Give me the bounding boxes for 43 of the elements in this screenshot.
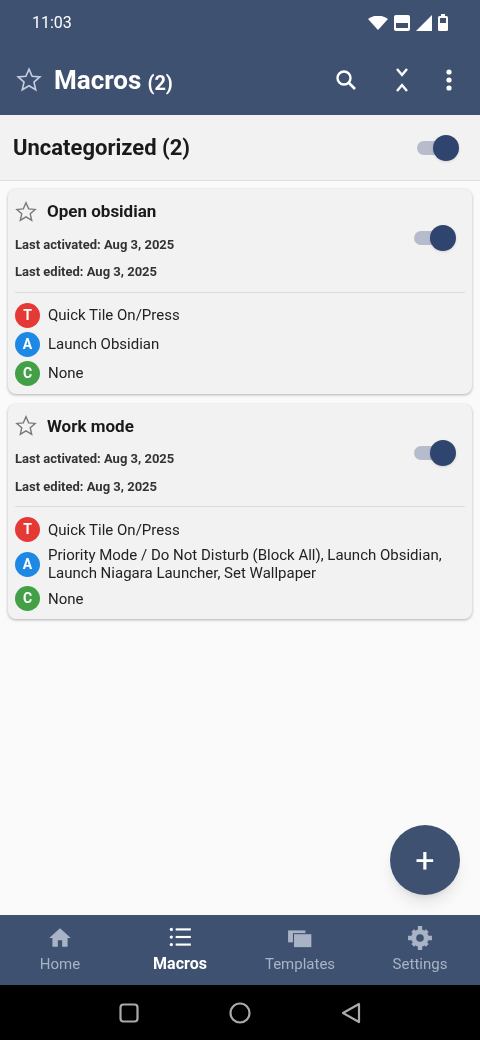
wifi-icon bbox=[368, 15, 388, 30]
last-activated-text: Last activated: Aug 3, 2025 bbox=[15, 450, 175, 468]
star-icon[interactable] bbox=[15, 415, 37, 438]
nav-tab[interactable]: Macros bbox=[120, 915, 240, 985]
back-icon[interactable] bbox=[341, 1001, 361, 1024]
macro-count: (2) bbox=[147, 70, 173, 97]
macro-name: Work mode bbox=[47, 414, 134, 438]
component-text: Launch Obsidian bbox=[48, 335, 160, 353]
signal-icon bbox=[416, 14, 432, 31]
status-time: 11:03 bbox=[32, 11, 72, 34]
more-icon[interactable] bbox=[446, 69, 452, 91]
search-icon[interactable] bbox=[334, 68, 358, 92]
last-edited-text: Last edited: Aug 3, 2025 bbox=[15, 263, 159, 281]
macro-name: Open obsidian bbox=[47, 200, 157, 223]
volte-icon bbox=[394, 14, 410, 31]
star-icon[interactable] bbox=[15, 200, 37, 223]
macro-card[interactable]: Work mode Last activated: Aug 3, 2025 Last edited: Aug 3, 2025 T Quick Tile On/Press A Priority Mode / Do Not Disturb (Block All), Launch Obsidian, Launch Niagara Launcher, Set Wallpaper C None bbox=[8, 403, 472, 619]
home-circle-icon[interactable] bbox=[229, 1001, 251, 1024]
nav-tab[interactable]: Templates bbox=[240, 915, 360, 985]
component-text: Quick Tile On/Press bbox=[48, 520, 180, 539]
component-text: None bbox=[48, 589, 84, 608]
component-text: Quick Tile On/Press bbox=[48, 306, 180, 324]
macro-card[interactable]: Open obsidian Last activated: Aug 3, 2025 Last edited: Aug 3, 2025 T Quick Tile On/Press A Launch Obsidian C None bbox=[8, 189, 472, 394]
component-text: Priority Mode / Do Not Disturb (Block All), Launch Obsidian, Launch Niagara Launcher, Set Wallpaper bbox=[48, 546, 443, 582]
battery-icon bbox=[438, 14, 448, 31]
component-badge: C bbox=[15, 586, 40, 611]
nav-tab[interactable]: Home bbox=[0, 915, 120, 985]
component-badge: T bbox=[15, 517, 40, 542]
collapse-icon[interactable] bbox=[394, 67, 410, 93]
last-edited-text: Last edited: Aug 3, 2025 bbox=[15, 477, 159, 496]
star-icon[interactable] bbox=[16, 67, 42, 93]
component-badge: A bbox=[15, 331, 40, 357]
settings-icon bbox=[407, 924, 433, 951]
component-badge: A bbox=[15, 551, 40, 577]
category-title: Uncategorized (2) bbox=[13, 134, 191, 162]
add-button[interactable]: + bbox=[390, 825, 460, 895]
component-text: None bbox=[48, 364, 84, 382]
app-title: Macros bbox=[54, 63, 142, 97]
recents-icon[interactable] bbox=[119, 1002, 139, 1023]
component-badge: C bbox=[15, 360, 40, 386]
last-activated-text: Last activated: Aug 3, 2025 bbox=[15, 235, 175, 254]
component-badge: T bbox=[15, 302, 40, 328]
nav-tab[interactable]: Settings bbox=[360, 915, 480, 985]
